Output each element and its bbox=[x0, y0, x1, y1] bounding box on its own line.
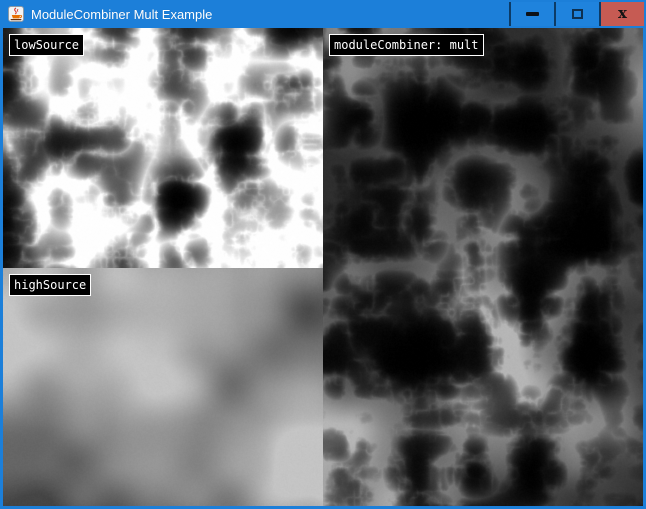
close-x-icon: x bbox=[618, 6, 627, 21]
maximize-square-icon bbox=[572, 9, 583, 19]
app-window: ModuleCombiner Mult Example x lowSource … bbox=[0, 0, 646, 509]
window-title: ModuleCombiner Mult Example bbox=[31, 7, 212, 22]
mult-result-panel: moduleCombiner: mult bbox=[323, 28, 643, 506]
low-source-panel: lowSource bbox=[3, 28, 323, 268]
titlebar[interactable]: ModuleCombiner Mult Example x bbox=[0, 0, 646, 28]
low-noise-canvas bbox=[3, 28, 323, 268]
high-source-panel: highSource bbox=[3, 268, 323, 506]
content-area: lowSource highSource moduleCombiner: mul… bbox=[3, 28, 643, 506]
close-button[interactable]: x bbox=[599, 2, 644, 26]
minimize-dash-icon bbox=[526, 12, 539, 16]
mult-result-label: moduleCombiner: mult bbox=[329, 34, 484, 56]
mult-noise-canvas bbox=[323, 28, 643, 506]
maximize-button[interactable] bbox=[554, 2, 599, 26]
high-noise-canvas bbox=[3, 268, 323, 506]
low-source-label: lowSource bbox=[9, 34, 84, 56]
high-source-label: highSource bbox=[9, 274, 91, 296]
java-coffee-cup-icon bbox=[8, 6, 24, 22]
left-column: lowSource highSource bbox=[3, 28, 323, 506]
minimize-button[interactable] bbox=[509, 2, 554, 26]
window-controls: x bbox=[509, 2, 644, 26]
